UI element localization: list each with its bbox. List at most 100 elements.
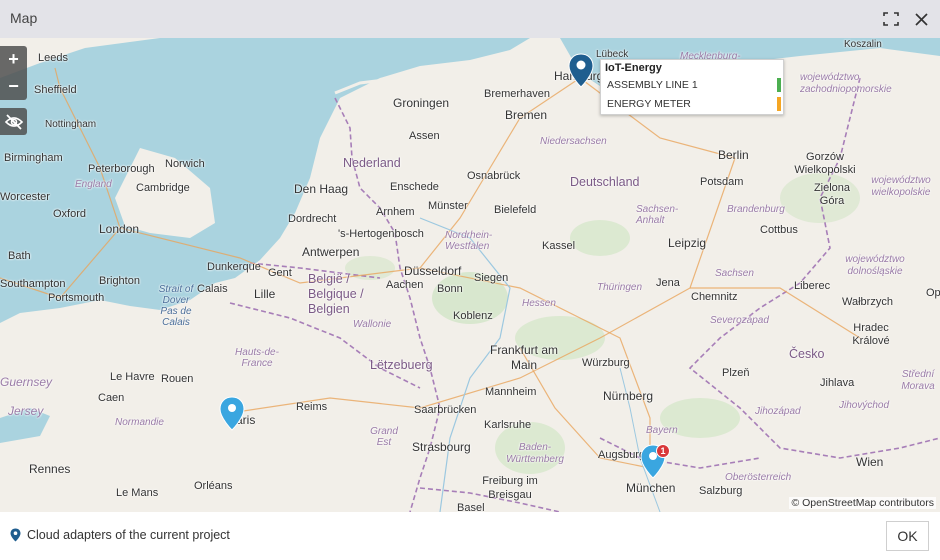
map-label: Thüringen (597, 282, 643, 293)
map-marker-hamburg[interactable] (568, 53, 594, 94)
map-label: Assen (409, 130, 440, 142)
map-marker-paris[interactable] (219, 396, 245, 437)
marker-popup: IoT-Energy ASSEMBLY LINE 1 ENERGY METER (600, 59, 784, 115)
marker-count-badge: 1 (656, 444, 670, 458)
map-label: Bremen (505, 108, 548, 122)
map-label: Düsseldorf (404, 264, 462, 278)
map-label: Koblenz (453, 310, 493, 322)
map-pin-icon (219, 396, 245, 431)
map-label: Groningen (393, 96, 450, 110)
map-attribution[interactable]: © OpenStreetMap contributors (789, 497, 936, 509)
ok-button[interactable]: OK (886, 521, 929, 551)
map-label: Jihovýchod (839, 400, 890, 411)
map-label: Chemnitz (691, 291, 738, 303)
legend-label: Cloud adapters of the current project (27, 528, 230, 542)
map-label: Strasbourg (412, 440, 471, 454)
map-label: Brighton (99, 275, 140, 287)
map-label: Bath (8, 250, 31, 262)
popup-row-label[interactable]: ASSEMBLY LINE 1 (607, 79, 698, 91)
map-label: Bielefeld (494, 204, 537, 216)
map-label: Jihlava (820, 377, 855, 389)
map-label: Mannheim (485, 386, 537, 398)
maximize-icon (883, 12, 899, 26)
map-label: Norwich (165, 158, 205, 170)
zoom-in-button[interactable]: + (0, 46, 27, 73)
map-label: Sachsen-Anhalt (636, 204, 679, 226)
map-label: Berlin (718, 148, 749, 162)
map-label: Southampton (0, 278, 66, 290)
popup-title: IoT-Energy (605, 62, 662, 74)
map-label: województwo dolnośląskie (845, 254, 905, 277)
map-label: Česko (789, 347, 825, 361)
dialog-titlebar: Map (0, 0, 940, 38)
map-label: Dordrecht (288, 213, 337, 225)
map-label: województwo wielkopolskie (871, 175, 931, 198)
map-label: Sachsen (715, 268, 754, 279)
map-label: Střední Morava (901, 369, 935, 392)
map-label: Jersey (8, 404, 44, 418)
map-label: Freiburg im Breisgau (482, 475, 538, 501)
status-indicator (777, 78, 781, 92)
close-button[interactable] (911, 9, 931, 29)
map-label: Cambridge (136, 182, 190, 194)
map-label: 's-Hertogenbosch (338, 228, 424, 240)
map-label: England (75, 179, 112, 190)
map-label: Peterborough (88, 163, 155, 175)
zoom-out-button[interactable]: − (0, 73, 27, 100)
map-label: Potsdam (700, 176, 744, 188)
map-label: Leeds (38, 52, 68, 64)
popup-row-label[interactable]: ENERGY METER (607, 98, 691, 110)
map-label: Brandenburg (727, 204, 785, 215)
map-label: Salzburg (699, 485, 743, 497)
map-label: Worcester (0, 191, 50, 203)
map-legend: Cloud adapters of the current project (10, 528, 230, 542)
map-label: województwo zachodniopomorskie (800, 72, 892, 95)
map-label: Koszalin (844, 39, 882, 50)
map-label: Leipzig (668, 236, 707, 250)
map-label: Orléans (194, 480, 233, 492)
map-label: Den Haag (294, 182, 349, 196)
map-label: België / Belgique / Belgien (308, 272, 364, 316)
close-icon (914, 12, 928, 26)
map-label: Enschede (390, 181, 439, 193)
map-label: Frankfurt am Main (489, 343, 558, 372)
map-label: Gent (268, 267, 292, 279)
map-label: Münster (428, 200, 468, 212)
map-label: Caen (98, 392, 125, 404)
map-label: Bayern (646, 425, 678, 436)
dialog-footer: Cloud adapters of the current project OK (0, 512, 940, 560)
map-label: Niedersachsen (540, 136, 607, 147)
map-label: Baden-Württemberg (506, 442, 564, 465)
map-label: Würzburg (582, 357, 630, 369)
map-label: Basel (457, 502, 485, 512)
map-label: Siegen (474, 272, 509, 284)
toggle-visibility-button[interactable] (0, 108, 27, 135)
map-label: Lëtzebuerg (370, 358, 433, 372)
map-label: Osnabrück (467, 170, 521, 182)
map-label: Jena (656, 277, 680, 289)
map-label: Cottbus (760, 224, 798, 236)
map-label: Le Mans (116, 487, 159, 499)
status-indicator (777, 97, 781, 111)
map-label: Normandie (115, 417, 164, 428)
map-label: Oxford (53, 208, 87, 220)
map-label: Sheffield (34, 84, 77, 96)
map-label: Kassel (542, 240, 576, 252)
map-label: Jihozápad (755, 406, 801, 417)
map-label: Birmingham (4, 152, 63, 164)
map-label: London (99, 222, 140, 236)
map-label: Rouen (161, 373, 194, 385)
map-label: Plzeň (722, 367, 750, 379)
map-label: Dunkerque (207, 261, 261, 273)
map-label: Liberec (794, 280, 831, 292)
map-view[interactable]: Leeds Sheffield Nottingham Birmingham Pe… (0, 38, 940, 512)
map-pin-icon (568, 53, 594, 88)
map-label: Op (926, 287, 940, 299)
map-label: Rennes (29, 462, 71, 476)
map-label: Augsburg (598, 449, 646, 461)
zoom-control: + − (0, 46, 27, 100)
maximize-button[interactable] (881, 9, 901, 29)
map-label: Deutschland (570, 175, 640, 189)
map-label: Aachen (386, 279, 424, 291)
map-label: Portsmouth (48, 292, 105, 304)
